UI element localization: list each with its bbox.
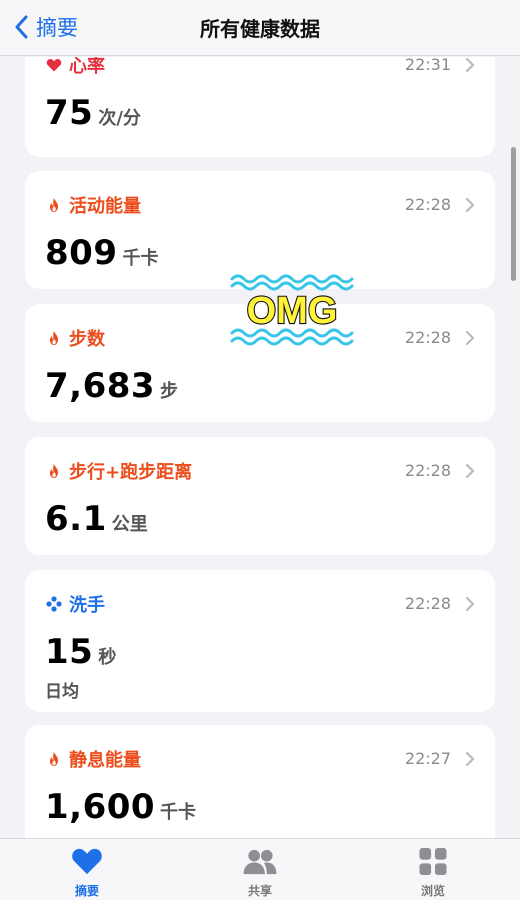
flame-icon (45, 462, 63, 480)
flame-icon (45, 329, 63, 347)
tab-label: 共享 (247, 884, 272, 898)
chevron-right-icon (466, 597, 474, 611)
card-heart-rate[interactable]: 心率 22:31 75 次/分 (25, 57, 495, 157)
card-value: 75 (45, 93, 94, 133)
card-unit: 千卡 (160, 802, 197, 823)
card-time: 22:27 (404, 749, 451, 768)
card-label: 步行+跑步距离 (69, 462, 193, 483)
tab-browse[interactable]: 浏览 (383, 847, 483, 899)
card-label: 静息能量 (69, 750, 141, 771)
card-unit: 步 (160, 381, 179, 402)
card-subtitle: 日均 (45, 682, 79, 702)
card-value: 15 (45, 632, 94, 672)
flame-icon (45, 196, 63, 214)
card-time: 22:31 (404, 57, 451, 74)
sticker-text: OMG (247, 290, 338, 332)
tab-label: 摘要 (74, 884, 99, 898)
card-label: 活动能量 (69, 196, 141, 217)
grid-icon (419, 847, 447, 876)
scroll-indicator[interactable] (511, 147, 516, 281)
card-unit: 公里 (111, 514, 148, 535)
card-label: 心率 (69, 57, 105, 77)
chevron-right-icon (466, 58, 474, 72)
card-value: 6.1 (45, 499, 107, 539)
flame-icon (45, 750, 63, 768)
heart-icon (45, 57, 63, 74)
health-data-list[interactable]: 心率 22:31 75 次/分 活动能量 22:28 809 千卡 步数 22:… (0, 57, 520, 838)
tab-sharing[interactable]: 共享 (210, 847, 310, 899)
card-resting-energy[interactable]: 静息能量 22:27 1,600 千卡 (25, 725, 495, 838)
card-value: 809 (45, 233, 118, 273)
card-label: 洗手 (69, 595, 105, 616)
card-value: 1,600 (45, 787, 156, 827)
card-time: 22:28 (404, 195, 451, 214)
card-walking-running-distance[interactable]: 步行+跑步距离 22:28 6.1 公里 (25, 437, 495, 555)
chevron-right-icon (466, 331, 474, 345)
card-time: 22:28 (404, 461, 451, 480)
card-time: 22:28 (404, 594, 451, 613)
tab-summary[interactable]: 摘要 (37, 847, 137, 899)
sparkle-icon (45, 595, 63, 613)
card-unit: 次/分 (98, 108, 141, 129)
card-label: 步数 (69, 329, 105, 350)
card-time: 22:28 (404, 328, 451, 347)
chevron-right-icon (466, 198, 474, 212)
omg-sticker: OMG (230, 274, 354, 346)
card-value: 7,683 (45, 366, 156, 406)
tab-label: 浏览 (420, 884, 445, 898)
sticker-wave-top (230, 274, 354, 284)
tab-bar: 摘要 共享 浏览 (0, 838, 520, 900)
heart-icon (72, 848, 102, 875)
people-icon (243, 849, 277, 875)
chevron-right-icon (466, 464, 474, 478)
page-title: 所有健康数据 (200, 17, 320, 41)
chevron-right-icon (466, 752, 474, 766)
card-handwashing[interactable]: 洗手 22:28 15 秒 日均 (25, 570, 495, 712)
navigation-bar: 摘要 所有健康数据 (0, 0, 520, 56)
card-unit: 千卡 (122, 248, 159, 269)
sticker-wave-top2 (230, 281, 354, 291)
card-unit: 秒 (98, 647, 117, 668)
sticker-wave-bottom2 (230, 336, 354, 346)
